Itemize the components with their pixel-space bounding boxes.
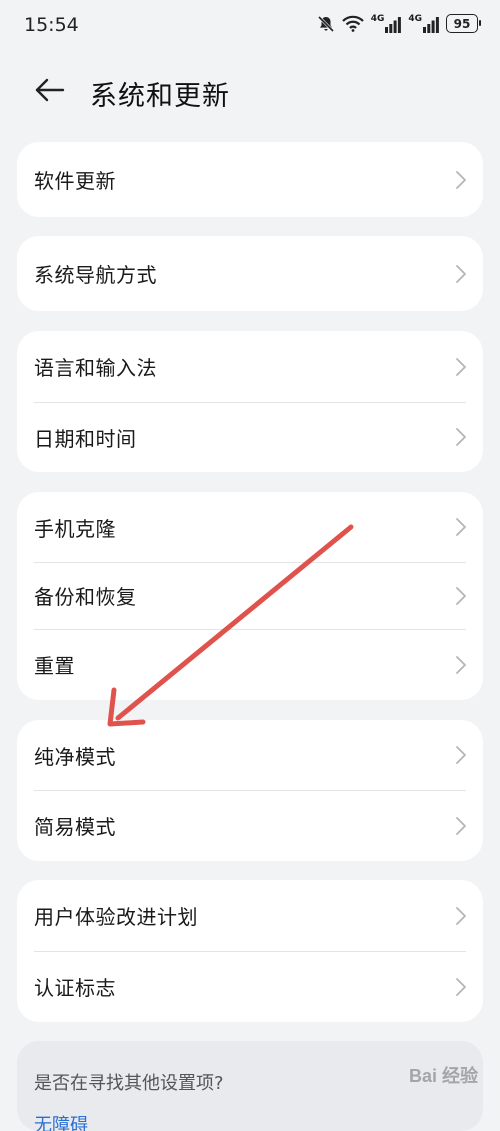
chevron-right-icon [456,170,466,189]
signal-4g-icon-2: 4G [408,13,439,33]
chevron-right-icon [456,906,466,925]
menu-item-label: 用户体验改进计划 [34,905,198,929]
accessibility-link[interactable]: 无障碍 [34,1111,88,1131]
menu-item-label: 备份和恢复 [34,585,137,609]
settings-group-2: 系统导航方式 [17,236,483,311]
chevron-right-icon [456,357,466,376]
status-icons: 4G 4G 95 [317,13,481,33]
chevron-right-icon [456,518,466,536]
menu-item-reset[interactable]: 重置 [17,629,483,700]
menu-item-label: 认证标志 [34,976,116,1000]
chevron-right-icon [456,264,466,283]
chevron-right-icon [456,428,466,446]
battery-icon: 95 [446,14,481,33]
settings-group-4: 手机克隆 备份和恢复 重置 [17,492,483,700]
settings-group-5: 纯净模式 简易模式 [17,720,483,861]
menu-item-date-time[interactable]: 日期和时间 [17,402,483,472]
menu-item-simple-mode[interactable]: 简易模式 [17,790,483,861]
settings-group-3: 语言和输入法 日期和时间 [17,331,483,472]
menu-item-label: 简易模式 [34,815,116,839]
chevron-right-icon [456,977,466,996]
menu-item-certification[interactable]: 认证标志 [17,951,483,1022]
network-label-1: 4G [370,13,385,24]
page-header: 系统和更新 [0,60,500,124]
status-time: 15:54 [24,14,79,36]
menu-item-navigation-mode[interactable]: 系统导航方式 [17,236,483,311]
menu-item-label: 手机克隆 [34,516,116,541]
menu-item-phone-clone[interactable]: 手机克隆 [17,492,483,562]
menu-item-label: 软件更新 [34,169,116,193]
chevron-right-icon [456,655,466,674]
menu-item-label: 重置 [34,654,75,678]
menu-item-software-update[interactable]: 软件更新 [17,142,483,217]
settings-group-1: 软件更新 [17,142,483,217]
watermark: Bai 经验 [408,1066,478,1086]
menu-item-label: 语言和输入法 [34,356,157,380]
page-title: 系统和更新 [90,81,230,112]
signal-4g-icon-1: 4G [370,13,402,33]
mute-bell-icon [317,15,335,33]
status-bar: 15:54 4G 4G 95 [0,0,500,56]
menu-item-language-input[interactable]: 语言和输入法 [17,331,483,402]
network-label-2: 4G [408,13,422,24]
menu-item-label: 系统导航方式 [34,263,157,287]
menu-item-backup-restore[interactable]: 备份和恢复 [17,562,483,629]
arrow-left-icon [35,78,65,106]
chevron-right-icon [456,586,466,605]
settings-group-6: 用户体验改进计划 认证标志 [17,880,483,1022]
chevron-right-icon [456,816,466,835]
back-button[interactable] [24,72,76,112]
menu-item-user-experience[interactable]: 用户体验改进计划 [17,880,483,951]
menu-item-label: 纯净模式 [34,744,116,769]
suggestion-title: 是否在寻找其他设置项? [34,1073,224,1094]
menu-item-pure-mode[interactable]: 纯净模式 [17,720,483,790]
wifi-icon [341,15,364,32]
chevron-right-icon [456,746,466,764]
menu-item-label: 日期和时间 [34,426,137,451]
